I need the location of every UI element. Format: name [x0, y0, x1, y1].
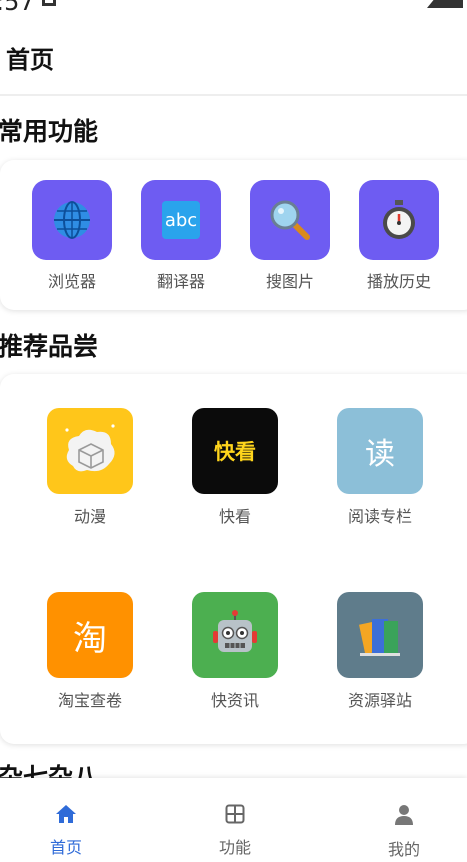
- kuaikan-tile[interactable]: 快看 快看: [192, 408, 278, 526]
- reading-tile[interactable]: 读 阅读专栏: [337, 408, 423, 526]
- resources-tile[interactable]: 资源驿站: [337, 592, 423, 710]
- anime-box-icon: [47, 408, 133, 494]
- nav-mine[interactable]: 我的: [364, 804, 444, 860]
- news-label: 快资讯: [210, 691, 259, 710]
- notification-icon: [42, 0, 56, 6]
- taobao-tile[interactable]: 淘 淘宝查卷: [47, 592, 133, 710]
- resources-label: 资源驿站: [347, 691, 412, 710]
- kuaikan-logo: 快看: [192, 408, 278, 494]
- kuaikan-label: 快看: [218, 507, 251, 526]
- status-time: :57: [0, 0, 35, 16]
- reading-label: 阅读专栏: [347, 507, 412, 526]
- history-label: 播放历史: [366, 272, 431, 291]
- read-glyph: 读: [365, 437, 395, 472]
- image-search-label: 搜图片: [265, 272, 314, 291]
- books-icon: [337, 592, 423, 678]
- news-tile[interactable]: 快资讯: [192, 592, 278, 710]
- nav-home[interactable]: 首页: [26, 804, 106, 858]
- nav-functions-label: 功能: [218, 838, 251, 857]
- image-search-tile[interactable]: 搜图片: [250, 180, 330, 291]
- bottom-nav: 首页 功能 我的: [0, 778, 467, 862]
- common-functions-card: 浏览器 abc 翻译器 搜图片 播放历史: [0, 160, 467, 310]
- person-icon: [395, 805, 413, 825]
- signal-icon: [427, 0, 463, 8]
- read-icon: 读: [337, 408, 423, 494]
- browser-label: 浏览器: [47, 272, 96, 291]
- status-bar: :57: [0, 0, 467, 20]
- taobao-label: 淘宝查卷: [57, 691, 122, 710]
- globe-icon: [32, 180, 112, 260]
- page-title: 首页: [6, 46, 54, 74]
- kuaikan-glyph: 快看: [214, 440, 256, 464]
- history-tile[interactable]: 播放历史: [359, 180, 439, 291]
- taobao-glyph: 淘: [73, 618, 107, 659]
- stopwatch-icon: [359, 180, 439, 260]
- grid-icon: [225, 804, 245, 824]
- magnifier-icon: [250, 180, 330, 260]
- robot-icon: [192, 592, 278, 678]
- anime-label: 动漫: [73, 507, 106, 526]
- translator-tile[interactable]: abc 翻译器: [141, 180, 221, 291]
- nav-functions[interactable]: 功能: [195, 804, 275, 858]
- browser-tile[interactable]: 浏览器: [32, 180, 112, 291]
- translator-label: 翻译器: [156, 272, 205, 291]
- abc-icon: abc: [141, 180, 221, 260]
- nav-home-label: 首页: [49, 838, 82, 857]
- section-title-recommend: 推荐品尝: [0, 332, 99, 361]
- nav-mine-label: 我的: [387, 840, 420, 859]
- abc-glyph: abc: [162, 201, 200, 239]
- recommend-card: 动漫 快看 快看 读 阅读专栏 淘 淘宝查卷 快资讯 资源驿站: [0, 374, 467, 744]
- section-title-common: 常用功能: [0, 117, 99, 146]
- app-header: 首页: [0, 20, 467, 96]
- home-icon: [56, 805, 76, 823]
- taobao-icon: 淘: [47, 592, 133, 678]
- anime-tile[interactable]: 动漫: [47, 408, 133, 526]
